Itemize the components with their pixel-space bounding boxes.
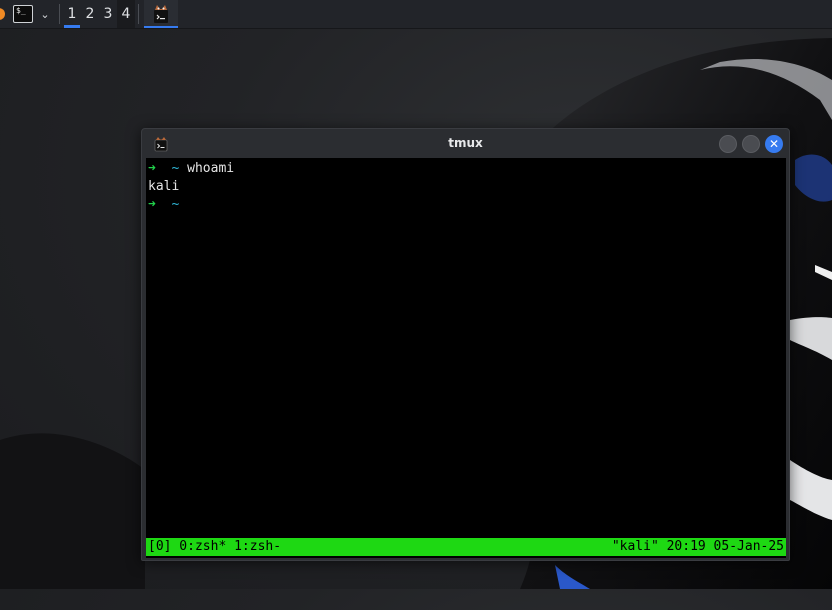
window-titlebar[interactable]: tmux ✕ <box>142 129 789 158</box>
terminal-line: kali <box>148 178 179 196</box>
workspace-1-button[interactable]: 1 <box>63 0 81 28</box>
top-panel: $_ ⌄ 1 2 3 4 <box>0 0 832 29</box>
taskbar-item-tmux[interactable] <box>144 0 178 28</box>
launcher-dropdown-button[interactable]: ⌄ <box>38 0 52 28</box>
workspace-4-button[interactable]: 4 <box>117 0 135 28</box>
workspace-3-button[interactable]: 3 <box>99 0 117 28</box>
tmux-window[interactable]: tmux ✕ ➜ ~ whoami kali ➜ ~ [0] 0:zsh* 1:… <box>141 128 790 561</box>
tmux-window-list[interactable]: [0] 0:zsh* 1:zsh- <box>148 538 281 556</box>
close-button[interactable]: ✕ <box>765 135 783 153</box>
kali-dragon-icon <box>0 8 5 20</box>
kali-menu-button[interactable] <box>0 0 5 28</box>
prompt-arrow: ➜ <box>148 197 156 212</box>
workspace-2-button[interactable]: 2 <box>81 0 99 28</box>
workspace-label: 3 <box>103 6 113 22</box>
prompt-arrow: ➜ <box>148 161 156 176</box>
minimize-button[interactable] <box>719 135 737 153</box>
prompt-directory: ~ <box>171 161 180 176</box>
tmux-status-info: "kali" 20:19 05-Jan-25 <box>611 539 784 554</box>
workspace-label: 1 <box>67 6 77 22</box>
command-output: kali <box>148 179 180 194</box>
panel-separator <box>138 4 139 24</box>
terminal-line: ➜ ~ <box>148 196 187 214</box>
prompt-directory: ~ <box>171 197 180 212</box>
workspace-label: 2 <box>85 6 95 22</box>
tmux-app-icon <box>154 5 168 23</box>
terminal-icon: $_ <box>13 5 33 23</box>
panel-separator <box>59 4 60 24</box>
terminal-launcher-button[interactable]: $_ <box>12 0 34 28</box>
close-icon: ✕ <box>768 137 780 151</box>
terminal-area[interactable]: ➜ ~ whoami kali ➜ ~ [0] 0:zsh* 1:zsh- "k… <box>146 158 786 558</box>
terminal-line: ➜ ~ whoami <box>148 160 234 178</box>
chevron-down-icon: ⌄ <box>40 7 50 21</box>
command-text: whoami <box>187 161 235 176</box>
window-title: tmux <box>448 136 483 150</box>
tmux-status-bar: [0] 0:zsh* 1:zsh- "kali" 20:19 05-Jan-25 <box>146 538 786 556</box>
workspace-label: 4 <box>121 6 131 22</box>
maximize-button[interactable] <box>742 135 760 153</box>
